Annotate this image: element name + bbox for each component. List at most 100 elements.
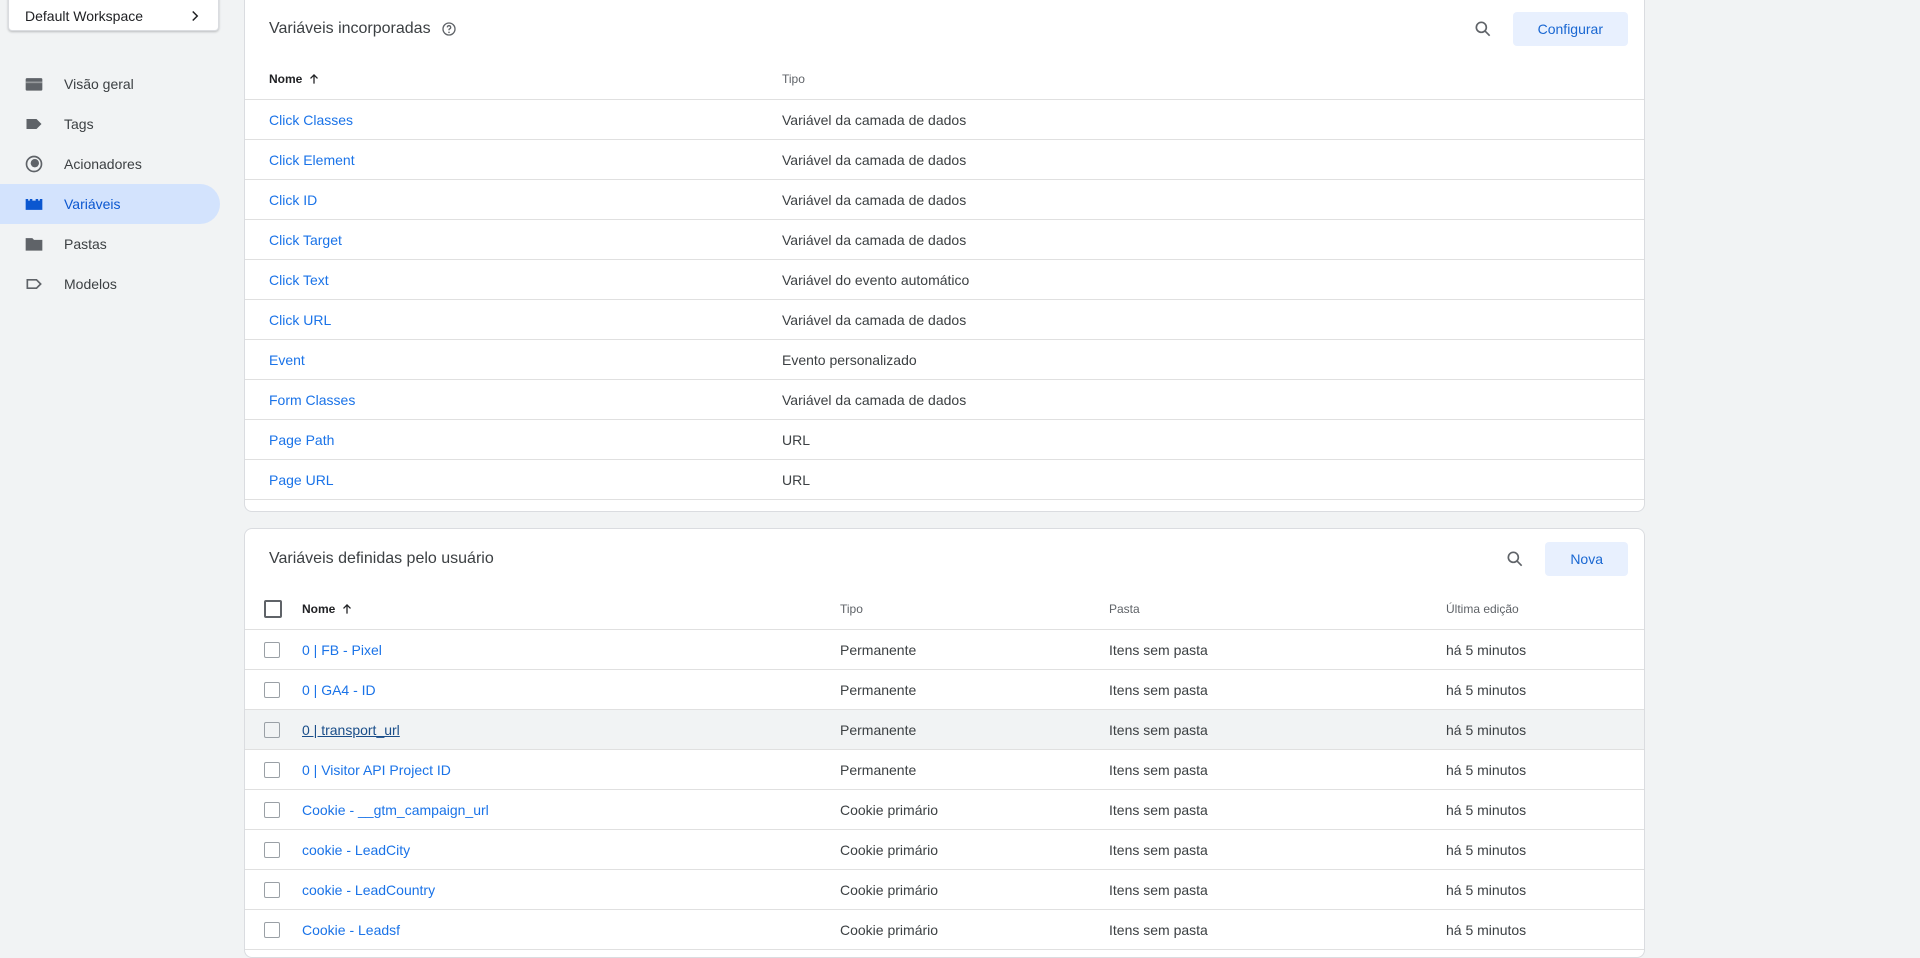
- variable-name-link[interactable]: 0 | FB - Pixel: [302, 642, 382, 658]
- table-row[interactable]: 0 | Visitor API Project ID Permanente Iten…: [245, 750, 1644, 790]
- variable-name-link[interactable]: Page URL: [269, 472, 334, 488]
- variable-name-link[interactable]: Cookie - __gtm_campaign_url: [302, 802, 489, 818]
- row-checkbox[interactable]: [264, 641, 280, 658]
- column-type: Tipo: [840, 602, 863, 616]
- row-checkbox[interactable]: [264, 921, 280, 938]
- table-row[interactable]: Click Classes Variável da camada de dados: [245, 100, 1644, 140]
- variable-name-link[interactable]: Click Target: [269, 232, 342, 248]
- sidebar-item-label: Variáveis: [64, 196, 121, 212]
- variable-last-edit: há 5 minutos: [1446, 761, 1527, 778]
- table-row[interactable]: Click URL Variável da camada de dados: [245, 300, 1644, 340]
- variable-name-link[interactable]: cookie - LeadCountry: [302, 882, 435, 898]
- sidebar-item-tags[interactable]: Tags: [0, 104, 220, 144]
- sidebar-nav: Visão geral Tags Acionadores Variáveis Pasta…: [0, 64, 232, 304]
- table-row[interactable]: Page URL URL: [245, 460, 1644, 500]
- variable-name-link[interactable]: Page Path: [269, 432, 334, 448]
- variable-name-link[interactable]: 0 | GA4 - ID: [302, 682, 376, 698]
- user-variables-card: Variáveis definidas pelo usuário Nova No…: [244, 528, 1645, 958]
- sidebar-item-visao-geral[interactable]: Visão geral: [0, 64, 220, 104]
- sidebar-item-label: Modelos: [64, 276, 117, 292]
- variable-name-link[interactable]: Event: [269, 352, 305, 368]
- table-row[interactable]: Click Target Variável da camada de dados: [245, 220, 1644, 260]
- workspace-label: Default Workspace: [25, 7, 144, 24]
- variable-name-link[interactable]: Click Element: [269, 152, 355, 168]
- table-row[interactable]: Event Evento personalizado: [245, 340, 1644, 380]
- user-table-body: 0 | FB - Pixel Permanente Itens sem pasta h…: [245, 630, 1644, 950]
- chevron-right-icon: [186, 7, 204, 25]
- builtin-variables-card: Variáveis incorporadas Configurar Nome T…: [244, 0, 1645, 512]
- variable-last-edit: há 5 minutos: [1446, 721, 1527, 738]
- variable-folder: Itens sem pasta: [1109, 881, 1208, 898]
- variable-type: Variável da camada de dados: [782, 191, 967, 208]
- workspace-selector[interactable]: Default Workspace: [8, 0, 219, 31]
- table-row[interactable]: Click Text Variável do evento automático: [245, 260, 1644, 300]
- new-variable-button[interactable]: Nova: [1545, 542, 1628, 576]
- variable-type: Variável da camada de dados: [782, 512, 1644, 513]
- variable-last-edit: há 5 minutos: [1446, 641, 1527, 658]
- variable-type: Variável da camada de dados: [782, 111, 967, 128]
- sort-by-name[interactable]: Nome: [302, 602, 840, 616]
- variable-type: Cookie primário: [840, 881, 939, 898]
- variable-name-link[interactable]: Click Text: [269, 272, 329, 288]
- sidebar-item-label: Pastas: [64, 236, 107, 252]
- help-icon[interactable]: [441, 21, 457, 37]
- row-checkbox[interactable]: [264, 881, 280, 898]
- variable-type: Variável da camada de dados: [782, 151, 967, 168]
- builtin-variables-title: Variáveis incorporadas: [269, 20, 431, 37]
- variable-name-link[interactable]: Click URL: [269, 312, 331, 328]
- variable-type: Cookie primário: [840, 801, 939, 818]
- variable-type: Permanente: [840, 681, 917, 698]
- configure-button[interactable]: Configurar: [1512, 12, 1628, 46]
- variable-type: Cookie primário: [840, 841, 939, 858]
- sidebar: Default Workspace Visão geral Tags Acionad…: [0, 0, 232, 934]
- sidebar-item-label: Visão geral: [64, 76, 134, 92]
- variable-name-link[interactable]: cookie - LeadCity: [302, 842, 410, 858]
- table-row[interactable]: Click ID Variável da camada de dados: [245, 180, 1644, 220]
- table-row[interactable]: Cookie - Leadsf Cookie primário Itens sem …: [245, 910, 1644, 950]
- variable-type: Permanente: [840, 641, 917, 658]
- table-row[interactable]: 0 | transport_url Permanente Itens sem pas…: [245, 710, 1644, 750]
- folder-icon: [24, 234, 44, 254]
- row-checkbox[interactable]: [264, 801, 280, 818]
- briefcase-icon: [24, 74, 44, 94]
- tag-icon: [24, 114, 44, 134]
- sort-by-name[interactable]: Nome: [269, 72, 782, 86]
- row-checkbox[interactable]: [264, 681, 280, 698]
- row-checkbox[interactable]: [264, 721, 280, 738]
- row-checkbox[interactable]: [264, 761, 280, 778]
- sidebar-item-acionadores[interactable]: Acionadores: [0, 144, 220, 184]
- variable-name-link[interactable]: 0 | Visitor API Project ID: [302, 762, 451, 778]
- table-row[interactable]: Page Path URL: [245, 420, 1644, 460]
- variable-type: Variável da camada de dados: [782, 311, 967, 328]
- search-icon[interactable]: [1463, 9, 1503, 49]
- column-type: Tipo: [782, 72, 805, 86]
- variable-name-link[interactable]: Click ID: [269, 192, 317, 208]
- table-row[interactable]: cookie - LeadCountry Cookie primário Itens…: [245, 870, 1644, 910]
- sidebar-item-pastas[interactable]: Pastas: [0, 224, 220, 264]
- table-row[interactable]: Form Classes Variável da camada de dados: [245, 380, 1644, 420]
- sidebar-item-variaveis[interactable]: Variáveis: [0, 184, 220, 224]
- table-row[interactable]: Video URL Variável da camada de dados: [245, 500, 1644, 513]
- variable-name-link[interactable]: Cookie - Leadsf: [302, 922, 400, 938]
- row-checkbox[interactable]: [264, 841, 280, 858]
- variable-type: URL: [782, 471, 811, 488]
- variable-name-link[interactable]: Form Classes: [269, 392, 355, 408]
- select-all-checkbox[interactable]: [264, 600, 282, 618]
- variable-name-link[interactable]: Click Classes: [269, 112, 353, 128]
- variable-name-link[interactable]: Video URL: [269, 512, 336, 513]
- table-row[interactable]: Click Element Variável da camada de dados: [245, 140, 1644, 180]
- variable-last-edit: há 5 minutos: [1446, 681, 1527, 698]
- table-row[interactable]: cookie - LeadCity Cookie primário Itens se…: [245, 830, 1644, 870]
- search-icon[interactable]: [1495, 539, 1535, 579]
- table-row[interactable]: 0 | FB - Pixel Permanente Itens sem pasta h…: [245, 630, 1644, 670]
- variable-name-link[interactable]: 0 | transport_url: [302, 722, 400, 738]
- template-icon: [24, 274, 44, 294]
- user-table-header: Nome Tipo Pasta Última edição: [245, 589, 1644, 630]
- column-last-edit: Última edição: [1446, 602, 1519, 616]
- variable-folder: Itens sem pasta: [1109, 921, 1208, 938]
- variable-type: Cookie primário: [840, 921, 939, 938]
- table-row[interactable]: Cookie - __gtm_campaign_url Cookie primár…: [245, 790, 1644, 830]
- sidebar-item-modelos[interactable]: Modelos: [0, 264, 220, 304]
- table-row[interactable]: 0 | GA4 - ID Permanente Itens sem pasta há …: [245, 670, 1644, 710]
- sidebar-item-label: Tags: [64, 116, 94, 132]
